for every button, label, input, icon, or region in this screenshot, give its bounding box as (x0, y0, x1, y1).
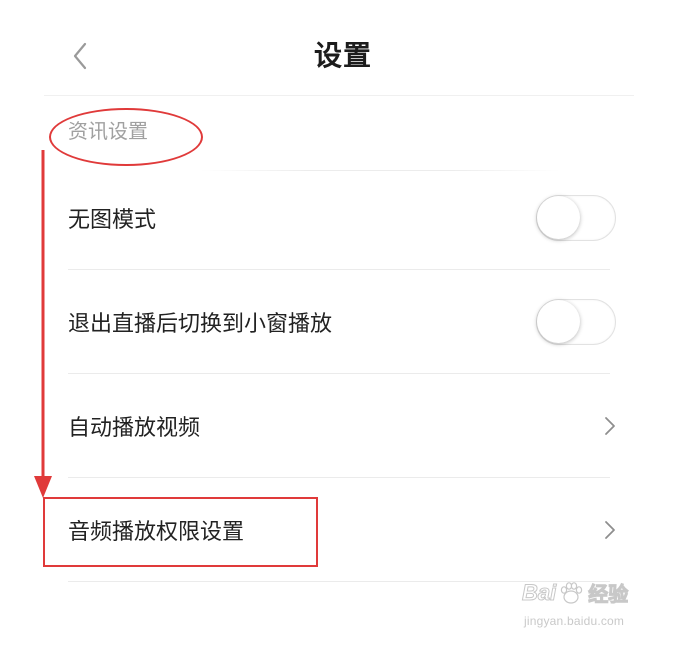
watermark-brand: Bai (521, 579, 557, 605)
watermark-url: jingyan.baidu.com (524, 614, 625, 628)
mini-window-playback-toggle[interactable] (536, 299, 616, 345)
baidu-paw-logo (561, 581, 583, 604)
setting-label: 退出直播后切换到小窗播放 (68, 312, 333, 337)
baidu-jingyan-watermark: Bai 经验 jingyan.baidu.com (521, 578, 652, 636)
setting-row-no-image-mode[interactable]: 无图模式 (44, 166, 634, 270)
page-title: 设置 (313, 39, 372, 72)
chevron-right-icon (602, 414, 618, 438)
setting-label: 自动播放视频 (68, 416, 201, 441)
settings-screen: 设置 资讯设置 无图模式 退出直播后切换到小窗播放 自动播放视频 音频播放权限设… (0, 0, 686, 649)
annotation-highlight-box (43, 497, 318, 567)
setting-row-mini-window-playback[interactable]: 退出直播后切换到小窗播放 (44, 270, 634, 374)
header-divider (44, 95, 634, 96)
setting-label: 无图模式 (68, 208, 157, 233)
chevron-right-icon (602, 518, 618, 542)
annotation-arrow (34, 150, 52, 498)
annotation-ellipse (49, 108, 203, 166)
watermark-suffix: 经验 (588, 584, 629, 607)
toggle-knob (537, 196, 580, 239)
setting-row-autoplay-video[interactable]: 自动播放视频 (44, 374, 634, 478)
toggle-knob (537, 300, 580, 343)
nav-header: 设置 (0, 0, 686, 96)
no-image-mode-toggle[interactable] (536, 195, 616, 241)
